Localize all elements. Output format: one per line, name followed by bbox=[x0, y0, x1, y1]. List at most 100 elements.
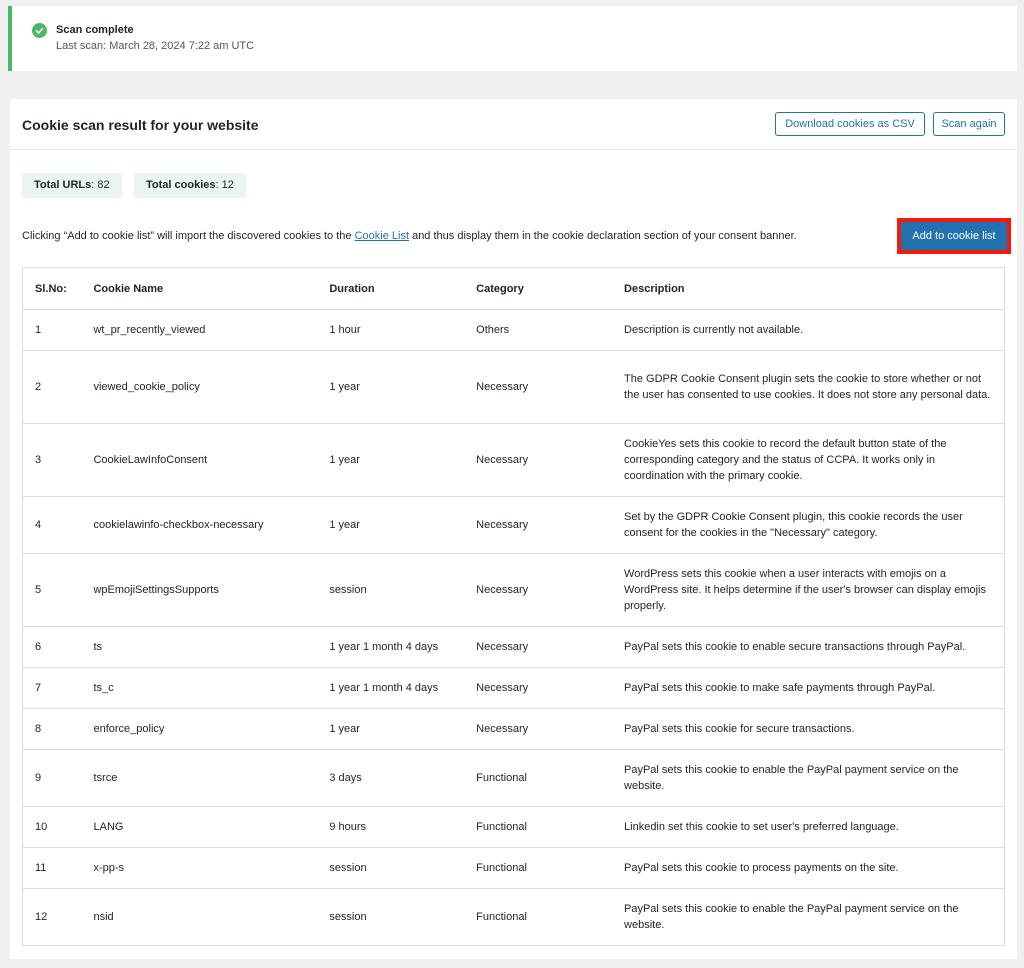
column-header-category: Category bbox=[464, 267, 613, 310]
table-row: 5 wpEmojiSettingsSupports session Necess… bbox=[22, 553, 1005, 627]
cell-name: nsid bbox=[81, 888, 318, 946]
cell-no: 5 bbox=[22, 553, 82, 627]
cell-no: 4 bbox=[22, 496, 82, 554]
last-scan-text: Last scan: March 28, 2024 7:22 am UTC bbox=[56, 40, 255, 52]
cell-name: ts_c bbox=[81, 667, 318, 709]
cell-duration: session bbox=[317, 888, 465, 946]
cell-duration: 1 year 1 month 4 days bbox=[317, 667, 465, 709]
cell-duration: 1 year bbox=[317, 496, 465, 554]
cell-description: PayPal sets this cookie to enable secure… bbox=[612, 626, 1005, 668]
cell-name: ts bbox=[81, 626, 318, 668]
table-row: 2 viewed_cookie_policy 1 year Necessary … bbox=[22, 350, 1005, 424]
add-to-cookie-list-button[interactable]: Add to cookie list bbox=[901, 222, 1007, 250]
cell-duration: 9 hours bbox=[317, 806, 465, 848]
cell-category: Necessary bbox=[464, 496, 613, 554]
cell-name: wt_pr_recently_viewed bbox=[81, 309, 318, 351]
cookie-table: Sl.No: Cookie Name Duration Category Des… bbox=[22, 267, 1005, 946]
cell-category: Necessary bbox=[464, 350, 613, 424]
cell-name: x-pp-s bbox=[81, 847, 318, 889]
total-cookies-label: Total cookies bbox=[146, 179, 216, 191]
cell-description: WordPress sets this cookie when a user i… bbox=[612, 553, 1005, 627]
cell-no: 6 bbox=[22, 626, 82, 668]
table-row: 12 nsid session Functional PayPal sets t… bbox=[22, 888, 1005, 946]
cell-description: CookieYes sets this cookie to record the… bbox=[612, 423, 1005, 497]
cell-description: Description is currently not available. bbox=[612, 309, 1005, 351]
total-cookies-value: : 12 bbox=[215, 179, 234, 191]
import-instructions: Clicking “Add to cookie list” will impor… bbox=[22, 230, 797, 242]
scan-result-panel: Cookie scan result for your website Down… bbox=[10, 99, 1017, 959]
cell-description: PayPal sets this cookie to process payme… bbox=[612, 847, 1005, 889]
intro-text-before: Clicking “Add to cookie list” will impor… bbox=[22, 230, 355, 242]
table-row: 6 ts 1 year 1 month 4 days Necessary Pay… bbox=[22, 626, 1005, 668]
cell-name: tsrce bbox=[81, 749, 318, 807]
cell-no: 2 bbox=[22, 350, 82, 424]
cell-no: 9 bbox=[22, 749, 82, 807]
cell-description: Linkedin set this cookie to set user's p… bbox=[612, 806, 1005, 848]
table-row: 4 cookielawinfo-checkbox-necessary 1 yea… bbox=[22, 496, 1005, 554]
cell-duration: 1 year bbox=[317, 350, 465, 424]
cell-duration: 1 hour bbox=[317, 309, 465, 351]
cell-category: Functional bbox=[464, 806, 613, 848]
cell-duration: 1 year bbox=[317, 708, 465, 750]
column-header-description: Description bbox=[612, 267, 1005, 310]
table-row: 11 x-pp-s session Functional PayPal sets… bbox=[22, 847, 1005, 889]
cell-no: 8 bbox=[22, 708, 82, 750]
total-cookies-badge: Total cookies: 12 bbox=[134, 173, 246, 198]
scan-again-button[interactable]: Scan again bbox=[933, 112, 1005, 136]
column-header-sl-no: Sl.No: bbox=[22, 267, 82, 310]
total-urls-label: Total URLs bbox=[34, 179, 92, 191]
cell-name: wpEmojiSettingsSupports bbox=[81, 553, 318, 627]
cell-duration: 1 year bbox=[317, 423, 465, 497]
cell-description: PayPal sets this cookie to enable the Pa… bbox=[612, 749, 1005, 807]
cell-duration: session bbox=[317, 847, 465, 889]
page-title: Cookie scan result for your website bbox=[22, 117, 259, 133]
cell-no: 3 bbox=[22, 423, 82, 497]
cell-no: 1 bbox=[22, 309, 82, 351]
cell-no: 10 bbox=[22, 806, 82, 848]
cell-description: PayPal sets this cookie for secure trans… bbox=[612, 708, 1005, 750]
cell-category: Functional bbox=[464, 888, 613, 946]
cell-no: 7 bbox=[22, 667, 82, 709]
panel-header: Cookie scan result for your website Down… bbox=[10, 99, 1017, 150]
cookie-list-link[interactable]: Cookie List bbox=[355, 230, 409, 242]
table-row: 8 enforce_policy 1 year Necessary PayPal… bbox=[22, 708, 1005, 750]
cell-duration: 1 year 1 month 4 days bbox=[317, 626, 465, 668]
column-header-duration: Duration bbox=[317, 267, 465, 310]
notice-title: Scan complete bbox=[56, 24, 134, 36]
cell-duration: 3 days bbox=[317, 749, 465, 807]
cell-description: PayPal sets this cookie to enable the Pa… bbox=[612, 888, 1005, 946]
table-row: 10 LANG 9 hours Functional Linkedin set … bbox=[22, 806, 1005, 848]
cell-name: enforce_policy bbox=[81, 708, 318, 750]
table-header-row: Sl.No: Cookie Name Duration Category Des… bbox=[22, 267, 1005, 310]
table-row: 1 wt_pr_recently_viewed 1 hour Others De… bbox=[22, 309, 1005, 351]
cell-category: Necessary bbox=[464, 423, 613, 497]
cell-name: CookieLawInfoConsent bbox=[81, 423, 318, 497]
total-urls-value: : 82 bbox=[91, 179, 110, 191]
cell-description: PayPal sets this cookie to make safe pay… bbox=[612, 667, 1005, 709]
cell-category: Necessary bbox=[464, 667, 613, 709]
cell-name: cookielawinfo-checkbox-necessary bbox=[81, 496, 318, 554]
cell-name: LANG bbox=[81, 806, 318, 848]
cell-category: Necessary bbox=[464, 553, 613, 627]
cell-category: Others bbox=[464, 309, 613, 351]
cell-description: The GDPR Cookie Consent plugin sets the … bbox=[612, 350, 1005, 424]
cell-no: 12 bbox=[22, 888, 82, 946]
cell-no: 11 bbox=[22, 847, 82, 889]
total-urls-badge: Total URLs: 82 bbox=[22, 173, 122, 198]
cell-category: Necessary bbox=[464, 708, 613, 750]
cell-description: Set by the GDPR Cookie Consent plugin, t… bbox=[612, 496, 1005, 554]
cell-name: viewed_cookie_policy bbox=[81, 350, 318, 424]
table-row: 3 CookieLawInfoConsent 1 year Necessary … bbox=[22, 423, 1005, 497]
scan-complete-notice: Scan complete Last scan: March 28, 2024 … bbox=[8, 6, 1017, 71]
cell-category: Functional bbox=[464, 847, 613, 889]
table-row: 7 ts_c 1 year 1 month 4 days Necessary P… bbox=[22, 667, 1005, 709]
cell-duration: session bbox=[317, 553, 465, 627]
cell-category: Necessary bbox=[464, 626, 613, 668]
intro-text-after: and thus display them in the cookie decl… bbox=[409, 230, 797, 242]
add-to-cookie-list-highlight: Add to cookie list bbox=[897, 218, 1011, 254]
download-csv-button[interactable]: Download cookies as CSV bbox=[775, 112, 925, 136]
table-row: 9 tsrce 3 days Functional PayPal sets th… bbox=[22, 749, 1005, 807]
check-circle-icon bbox=[32, 23, 47, 38]
column-header-cookie-name: Cookie Name bbox=[81, 267, 318, 310]
cell-category: Functional bbox=[464, 749, 613, 807]
